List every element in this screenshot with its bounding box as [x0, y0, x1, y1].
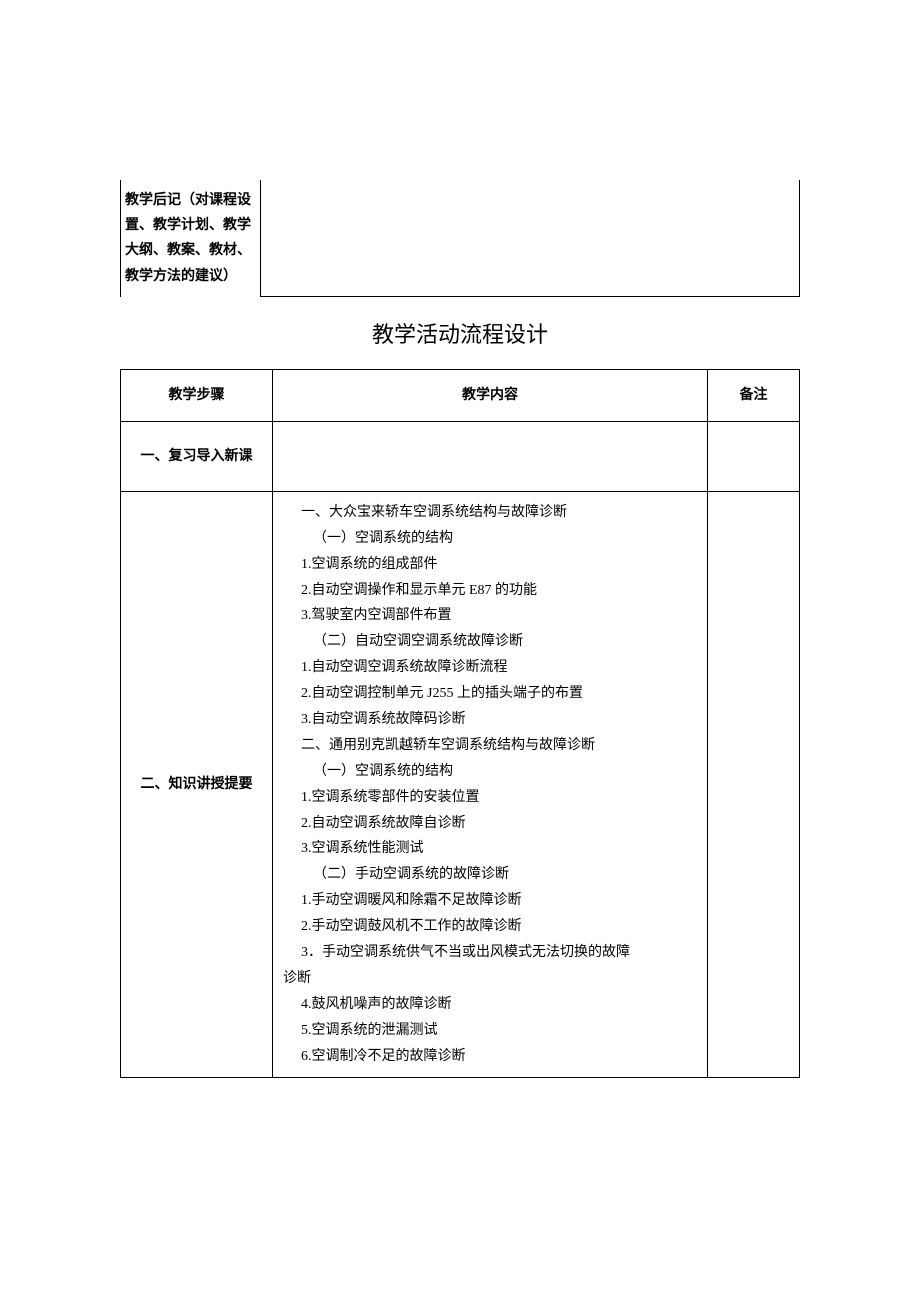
content-line: 1.空调系统零部件的安装位置	[283, 785, 697, 811]
content-lines: 一、大众宝来轿车空调系统结构与故障诊断 （一）空调系统的结构 1.空调系统的组成…	[283, 500, 697, 1070]
header-step: 教学步骤	[121, 369, 273, 421]
content-line: 6.空调制冷不足的故障诊断	[283, 1044, 697, 1070]
table-header-row: 教学步骤 教学内容 备注	[121, 369, 800, 421]
content-line: 5.空调系统的泄漏测试	[283, 1018, 697, 1044]
note-cell-1	[708, 421, 800, 491]
activity-flow-table: 教学步骤 教学内容 备注 一、复习导入新课 二、知识讲授提要 一、大众宝来轿车空…	[120, 369, 800, 1079]
postscript-content	[261, 180, 800, 297]
content-line: 3.自动空调系统故障码诊断	[283, 707, 697, 733]
content-line: 二、通用别克凯越轿车空调系统结构与故障诊断	[283, 733, 697, 759]
content-line: 一、大众宝来轿车空调系统结构与故障诊断	[283, 500, 697, 526]
content-line: 1.手动空调暖风和除霜不足故障诊断	[283, 888, 697, 914]
content-cell-1	[273, 421, 708, 491]
header-content: 教学内容	[273, 369, 708, 421]
table-row: 一、复习导入新课	[121, 421, 800, 491]
content-line: 3.驾驶室内空调部件布置	[283, 603, 697, 629]
postscript-table: 教学后记（对课程设置、教学计划、教学大纲、教案、教材、教学方法的建议）	[120, 180, 800, 297]
content-line: 2.手动空调鼓风机不工作的故障诊断	[283, 914, 697, 940]
content-line: 4.鼓风机噪声的故障诊断	[283, 992, 697, 1018]
content-line: 3．手动空调系统供气不当或出风模式无法切换的故障	[283, 940, 697, 966]
content-cell-2: 一、大众宝来轿车空调系统结构与故障诊断 （一）空调系统的结构 1.空调系统的组成…	[273, 491, 708, 1078]
step-cell-2: 二、知识讲授提要	[121, 491, 273, 1078]
content-line: 1.自动空调空调系统故障诊断流程	[283, 655, 697, 681]
content-line: （一）空调系统的结构	[283, 526, 697, 552]
content-line: 2.自动空调系统故障自诊断	[283, 811, 697, 837]
note-cell-2	[708, 491, 800, 1078]
content-line: （二）自动空调空调系统故障诊断	[283, 629, 697, 655]
table-row: 二、知识讲授提要 一、大众宝来轿车空调系统结构与故障诊断 （一）空调系统的结构 …	[121, 491, 800, 1078]
header-note: 备注	[708, 369, 800, 421]
content-line: 诊断	[283, 966, 697, 992]
content-line: 2.自动空调控制单元 J255 上的插头端子的布置	[283, 681, 697, 707]
content-line: 1.空调系统的组成部件	[283, 552, 697, 578]
section-title: 教学活动流程设计	[120, 315, 800, 355]
content-line: 3.空调系统性能测试	[283, 836, 697, 862]
postscript-label: 教学后记（对课程设置、教学计划、教学大纲、教案、教材、教学方法的建议）	[121, 180, 261, 297]
content-line: （一）空调系统的结构	[283, 759, 697, 785]
step-cell-1: 一、复习导入新课	[121, 421, 273, 491]
content-line: 2.自动空调操作和显示单元 E87 的功能	[283, 578, 697, 604]
content-line: （二）手动空调系统的故障诊断	[283, 862, 697, 888]
